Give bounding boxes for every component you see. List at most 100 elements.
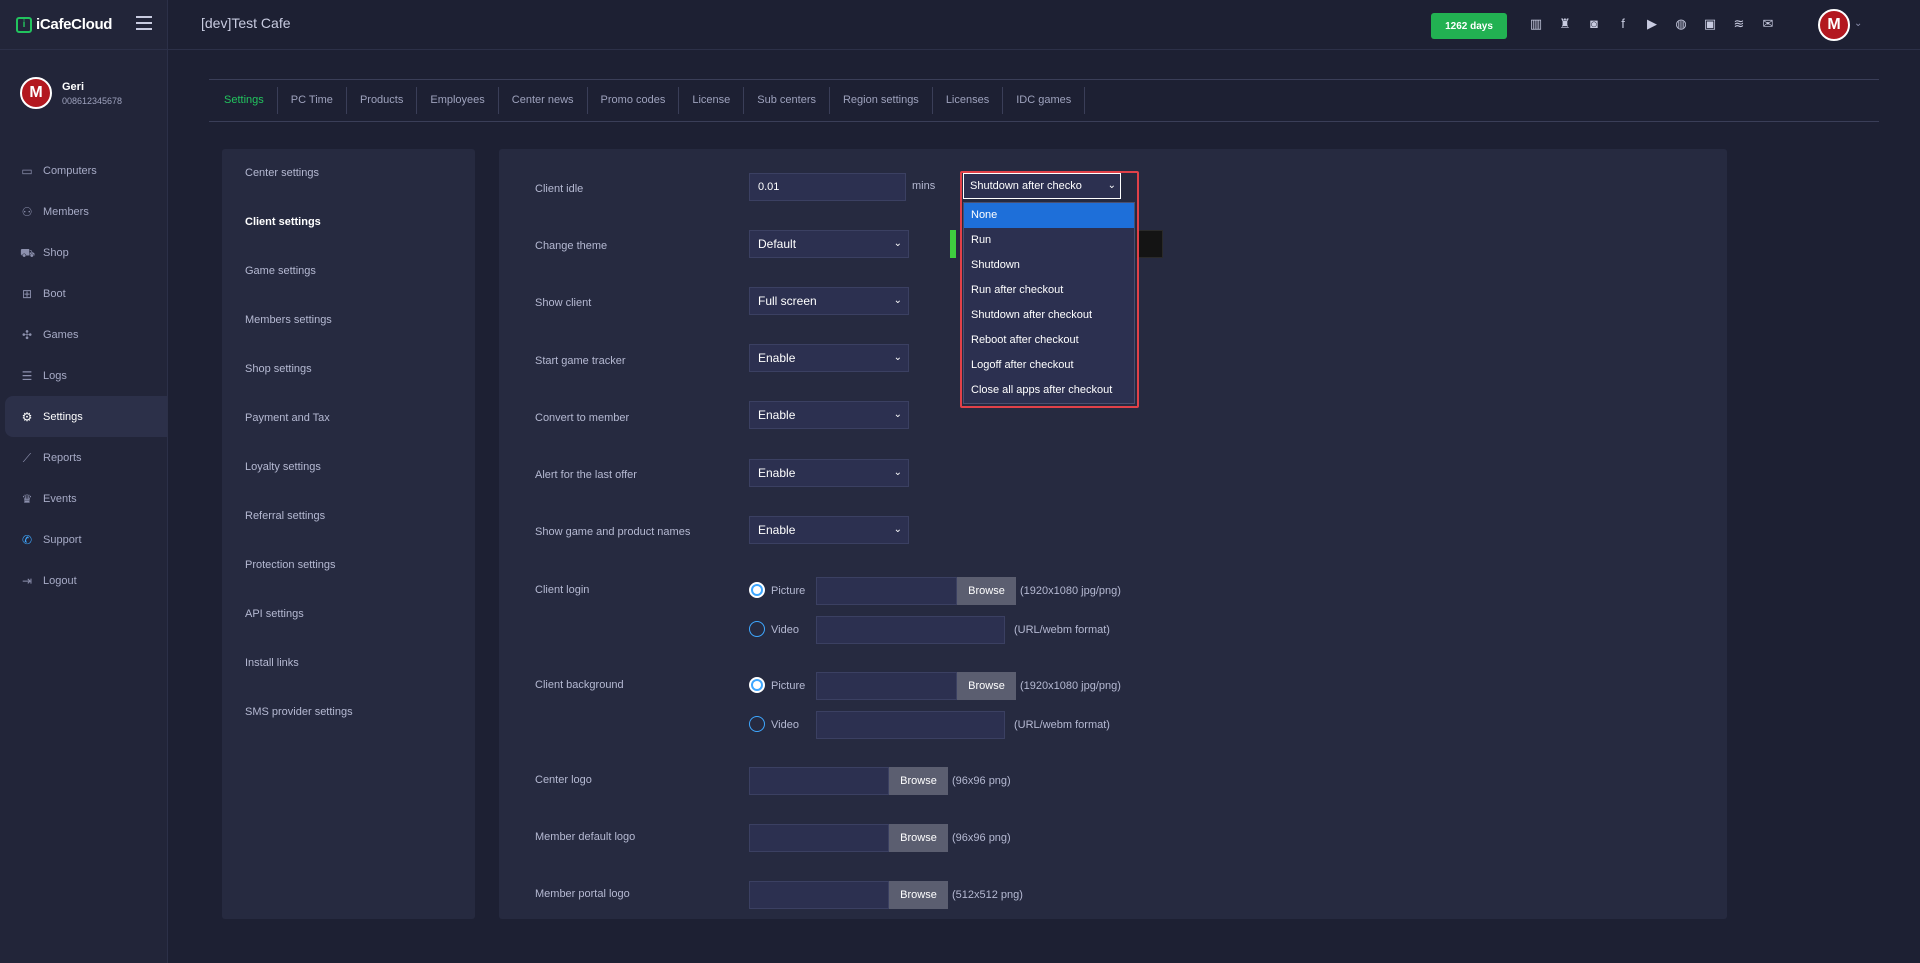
sidebar-item-support[interactable]: ✆ Support <box>0 519 167 560</box>
settings-tabs: Settings PC Time Products Employees Cent… <box>209 79 1879 122</box>
client-login-browse-button[interactable]: Browse <box>957 577 1016 605</box>
sidebar-item-logout[interactable]: ⇥ Logout <box>0 560 167 601</box>
chevron-down-icon: ⌄ <box>893 352 902 363</box>
client-login-video-radio[interactable] <box>749 621 765 637</box>
sidebar-item-label: Boot <box>43 287 66 300</box>
youtube-icon[interactable]: ▶ <box>1643 15 1661 33</box>
menu-shop-settings[interactable]: Shop settings <box>222 345 475 394</box>
option-logoff-after-checkout[interactable]: Logoff after checkout <box>964 353 1134 378</box>
tab-center-news[interactable]: Center news <box>499 87 588 114</box>
client-background-video-label: Video <box>771 719 799 731</box>
menu-loyalty-settings[interactable]: Loyalty settings <box>222 443 475 492</box>
client-login-picture-radio[interactable] <box>749 582 765 598</box>
chevron-down-icon: ⌄ <box>893 467 902 478</box>
icafe-icon[interactable]: ▣ <box>1701 15 1719 33</box>
sidebar: i iCafeCloud M Geri 008612345678 ▭ Compu… <box>0 0 168 963</box>
idle-action-select[interactable]: Shutdown after checko ⌄ <box>963 173 1121 199</box>
sidebar-item-label: Settings <box>43 410 83 423</box>
option-none[interactable]: None <box>964 203 1134 228</box>
menu-center-settings[interactable]: Center settings <box>222 149 475 198</box>
menu-sms-provider-settings[interactable]: SMS provider settings <box>222 688 475 737</box>
header-avatar[interactable]: M <box>1818 9 1850 41</box>
menu-api-settings[interactable]: API settings <box>222 590 475 639</box>
top-header: [dev]Test Cafe 1262 days ▥ ♜ ◙ f ▶ ◍ ▣ ≋… <box>168 0 1920 50</box>
mail-icon[interactable]: ✉ <box>1759 15 1777 33</box>
tab-region-settings[interactable]: Region settings <box>830 87 933 114</box>
sidebar-item-logs[interactable]: ☰ Logs <box>0 355 167 396</box>
menu-game-settings[interactable]: Game settings <box>222 247 475 296</box>
menu-install-links[interactable]: Install links <box>222 639 475 688</box>
option-close-all-apps-after-checkout[interactable]: Close all apps after checkout <box>964 378 1134 403</box>
client-background-video-input[interactable] <box>816 711 1005 739</box>
member-portal-logo-browse-button[interactable]: Browse <box>889 881 948 909</box>
sidebar-item-games[interactable]: ✣ Games <box>0 314 167 355</box>
member-default-logo-browse-button[interactable]: Browse <box>889 824 948 852</box>
sidebar-item-members[interactable]: ⚇ Members <box>0 191 167 232</box>
tab-license[interactable]: License <box>679 87 745 114</box>
member-default-logo-file[interactable] <box>749 824 889 852</box>
member-portal-logo-file[interactable] <box>749 881 889 909</box>
option-run[interactable]: Run <box>964 228 1134 253</box>
menu-client-settings[interactable]: Client settings <box>222 198 475 247</box>
theme-preview-swatch <box>950 230 956 258</box>
chevron-down-icon: ⌄ <box>893 409 902 420</box>
show-client-select[interactable]: Full screen ⌄ <box>749 287 909 315</box>
sidebar-item-events[interactable]: ♛ Events <box>0 478 167 519</box>
tab-employees[interactable]: Employees <box>417 87 499 114</box>
client-login-picture-file[interactable] <box>816 577 957 605</box>
sidebar-item-boot[interactable]: ⊞ Boot <box>0 273 167 314</box>
show-names-select[interactable]: Enable ⌄ <box>749 516 909 544</box>
start-game-tracker-select[interactable]: Enable ⌄ <box>749 344 909 372</box>
tab-settings[interactable]: Settings <box>209 87 278 114</box>
client-background-video-radio[interactable] <box>749 716 765 732</box>
alert-last-offer-select[interactable]: Enable ⌄ <box>749 459 909 487</box>
cafe-title: [dev]Test Cafe <box>201 15 291 31</box>
chevron-down-icon: ⌄ <box>893 295 902 306</box>
tab-products[interactable]: Products <box>347 87 418 114</box>
days-remaining-badge[interactable]: 1262 days <box>1431 13 1507 39</box>
sidebar-item-settings[interactable]: ⚙ Settings <box>5 396 167 437</box>
option-shutdown[interactable]: Shutdown <box>964 253 1134 278</box>
client-background-picture-radio[interactable] <box>749 677 765 693</box>
option-reboot-after-checkout[interactable]: Reboot after checkout <box>964 328 1134 353</box>
client-login-video-input[interactable] <box>816 616 1005 644</box>
menu-protection-settings[interactable]: Protection settings <box>222 541 475 590</box>
client-background-picture-file[interactable] <box>816 672 957 700</box>
sidebar-item-shop[interactable]: ⛟ Shop <box>0 232 167 273</box>
menu-members-settings[interactable]: Members settings <box>222 296 475 345</box>
tab-idc-games[interactable]: IDC games <box>1003 87 1086 114</box>
tab-promo-codes[interactable]: Promo codes <box>588 87 680 114</box>
tab-sub-centers[interactable]: Sub centers <box>744 87 830 114</box>
avatar[interactable]: M <box>20 77 52 109</box>
center-logo-browse-button[interactable]: Browse <box>889 767 948 795</box>
sidebar-item-reports[interactable]: ⟋ Reports <box>0 437 167 478</box>
trophy-icon[interactable]: ♜ <box>1556 15 1574 33</box>
client-login-picture-label: Picture <box>771 585 806 597</box>
facebook-icon[interactable]: f <box>1614 15 1632 33</box>
client-background-browse-button[interactable]: Browse <box>957 672 1016 700</box>
option-run-after-checkout[interactable]: Run after checkout <box>964 278 1134 303</box>
globe-icon[interactable]: ◍ <box>1672 15 1690 33</box>
sidebar-item-label: Games <box>43 328 79 341</box>
tab-licenses[interactable]: Licenses <box>933 87 1004 114</box>
change-theme-select[interactable]: Default ⌄ <box>749 230 909 258</box>
menu-referral-settings[interactable]: Referral settings <box>222 492 475 541</box>
menu-payment-and-tax[interactable]: Payment and Tax <box>222 394 475 443</box>
client-idle-input[interactable] <box>749 173 906 201</box>
user-name: Geri <box>62 80 85 93</box>
discord-icon[interactable]: ◙ <box>1585 15 1603 33</box>
option-shutdown-after-checkout[interactable]: Shutdown after checkout <box>964 303 1134 328</box>
chevron-down-icon: ⌄ <box>1107 180 1116 191</box>
gamepad-icon: ✣ <box>21 327 33 342</box>
brand-logo[interactable]: i iCafeCloud <box>16 16 112 33</box>
hamburger-menu-icon[interactable] <box>136 16 152 30</box>
sidebar-item-computers[interactable]: ▭ Computers <box>0 150 167 191</box>
sidebar-nav: ▭ Computers ⚇ Members ⛟ Shop ⊞ Boot ✣ Ga… <box>0 150 167 601</box>
chevron-down-icon[interactable]: ⌄ <box>1854 18 1862 29</box>
tab-pc-time[interactable]: PC Time <box>278 87 347 114</box>
leaderboard-icon[interactable]: ▥ <box>1527 15 1545 33</box>
convert-to-member-select[interactable]: Enable ⌄ <box>749 401 909 429</box>
partner-icon[interactable]: ≋ <box>1730 15 1748 33</box>
sidebar-item-label: Logout <box>43 574 77 587</box>
center-logo-file[interactable] <box>749 767 889 795</box>
